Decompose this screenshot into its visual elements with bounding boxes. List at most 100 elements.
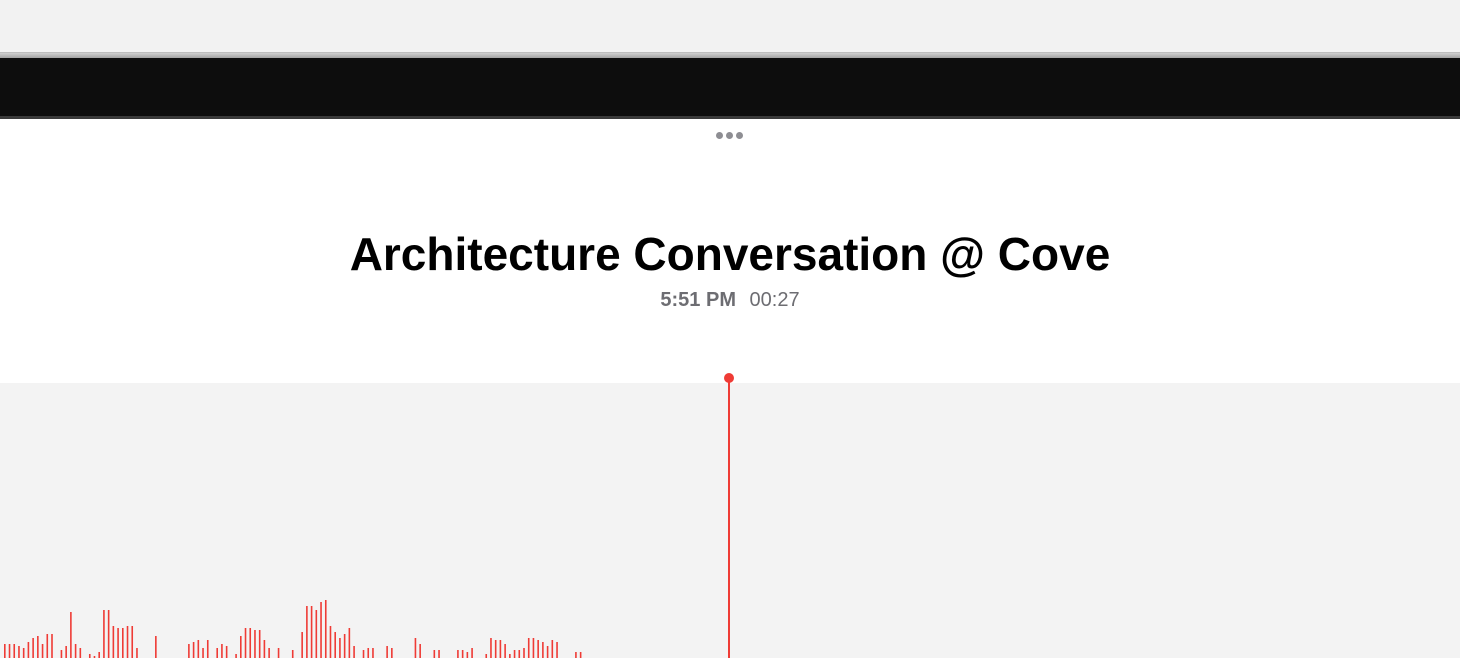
waveform-bar [466,652,469,658]
waveform-bar [8,644,11,658]
recording-meta: 5:51 PM 00:27 [0,287,1460,313]
waveform-bar [532,638,535,658]
more-options-button[interactable] [709,124,749,146]
waveform-bar [155,636,157,658]
waveform-bar [244,628,247,658]
waveform-bar [391,648,393,658]
waveform-bar [362,650,365,658]
waveform-bar [197,640,200,658]
waveform-bar [372,648,374,658]
waveform-bar [471,648,473,658]
waveform-bar [22,648,25,658]
waveform-bar [74,644,77,658]
waveform-bar [414,638,417,658]
playhead-line[interactable] [728,378,730,658]
waveform-bar [249,628,252,658]
waveform-bar [301,632,303,658]
waveform-bar [46,634,49,658]
waveform-bar [258,630,261,658]
waveform-bar [542,642,544,658]
waveform-bar [386,646,388,658]
waveform-bar [268,648,270,658]
waveform-bar [88,654,91,658]
waveform-bar [117,628,119,658]
waveform-bar [291,650,294,658]
waveform-bar [551,640,554,658]
waveform-bar [438,650,440,658]
waveform-bar [485,654,488,658]
waveform-bar [235,654,237,658]
waveform-bar [277,648,280,658]
waveform-bar [32,638,34,658]
voice-memos-window: Architecture Conversation @ Cove 5:51 PM… [0,0,1460,658]
waveform-bar [254,630,256,658]
waveform-bar [367,648,370,658]
waveform-bar [324,600,327,658]
waveform-bar [263,640,266,658]
waveform-bar [537,640,539,658]
waveform-bar [51,634,53,658]
waveform-bar [339,638,341,658]
waveform-bar [556,642,558,658]
waveform-bar [320,602,322,658]
waveform-bar [70,612,72,658]
waveform-bar [192,642,195,658]
waveform-bar [126,626,129,658]
waveform-bar [575,652,577,658]
waveform-bar [494,640,497,658]
recording-title[interactable]: Architecture Conversation @ Cove [0,226,1460,282]
waveform-bar [509,654,511,658]
waveform-bar [518,650,521,658]
waveform-bar [513,650,516,658]
waveform-bar [527,638,530,658]
recording-time: 5:51 PM [660,289,736,311]
waveform-bar [131,626,134,658]
waveform-bar [27,642,30,658]
waveform-bar [490,638,492,658]
waveform-bar [103,610,105,658]
waveform-bar [504,644,506,658]
playhead-handle[interactable] [724,373,734,383]
waveform-bar [13,644,16,658]
waveform-bar [206,640,209,658]
waveform-bar [107,610,110,658]
waveform-bar [419,644,421,658]
waveform-bar [122,628,124,658]
waveform-bar [41,644,44,658]
waveform-bar [4,644,6,658]
waveform-bar [98,652,100,658]
waveform-bar [546,646,549,658]
more-horizontal-icon-dot [735,131,743,139]
waveform-bar [329,626,332,658]
waveform-bar [18,646,20,658]
waveform-bar [240,636,242,658]
waveform-bar [334,632,336,658]
waveform-bar [60,650,63,658]
waveform-bar [79,648,82,658]
waveform-bar [65,646,67,658]
waveform-bar [461,650,464,658]
waveform-bar [216,648,218,658]
more-horizontal-icon [715,131,723,139]
waveform-bar [188,644,190,658]
waveform-bar [457,650,459,658]
waveform-bar [343,634,346,658]
waveform-area[interactable] [0,383,1460,658]
waveform-bar [112,626,115,658]
top-dark-bar [0,58,1460,119]
waveform-bar [221,644,223,658]
waveform-bar [37,636,39,658]
waveform-bar [315,610,318,658]
waveform-bar [202,648,204,658]
more-horizontal-icon-dot [725,131,733,139]
top-strip [0,0,1460,52]
waveform-bar [353,646,355,658]
waveform-bar [499,640,502,658]
waveform-bar [348,628,351,658]
waveform-bar [579,652,582,658]
waveform-bar [310,606,313,658]
waveform-bar [136,648,138,658]
recording-duration: 00:27 [749,289,800,311]
waveform-bar [433,650,436,658]
waveform-bar [523,648,525,658]
